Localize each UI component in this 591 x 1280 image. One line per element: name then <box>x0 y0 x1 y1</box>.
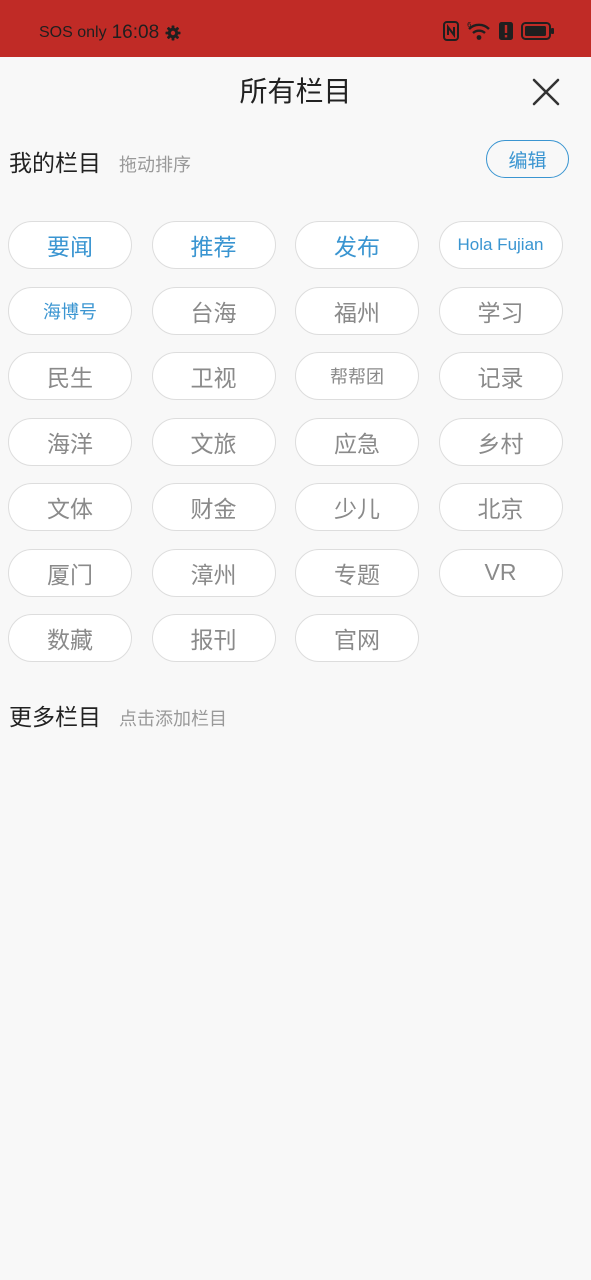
status-left: SOS only 16:08 <box>39 19 181 47</box>
battery-icon <box>521 21 555 45</box>
channel-chip[interactable]: 台海 <box>151 286 276 335</box>
channel-chip[interactable]: 推荐 <box>151 221 276 269</box>
channel-chip[interactable]: 漳州 <box>151 548 276 597</box>
channel-chip[interactable]: 财金 <box>151 483 276 531</box>
status-bar: SOS only 16:08 6 <box>0 0 591 57</box>
my-channels-title: 我的栏目 <box>9 151 101 177</box>
channel-chip[interactable]: 福州 <box>295 286 419 335</box>
close-button[interactable] <box>530 76 562 108</box>
channel-chip[interactable]: 数藏 <box>8 614 132 662</box>
channel-chip[interactable]: 要闻 <box>8 221 132 269</box>
channel-chip[interactable]: 厦门 <box>8 548 132 597</box>
channel-chip[interactable]: 文旅 <box>151 417 276 466</box>
channel-chip[interactable]: 卫视 <box>151 352 276 400</box>
channel-chip[interactable]: 文体 <box>8 483 132 531</box>
channel-chip[interactable]: VR <box>438 548 563 597</box>
nfc-icon <box>443 21 459 45</box>
channel-chip[interactable]: 报刊 <box>151 614 276 662</box>
my-channels-hint: 拖动排序 <box>119 155 191 176</box>
channel-chip[interactable]: 发布 <box>295 221 419 269</box>
channel-chip[interactable]: 乡村 <box>438 417 563 466</box>
clock-text: 16:08 <box>111 22 160 43</box>
channel-chip[interactable]: 记录 <box>438 352 563 400</box>
channel-chip[interactable]: Hola Fujian <box>438 221 563 269</box>
carrier-text: SOS only <box>39 24 107 41</box>
svg-text:6: 6 <box>467 21 472 29</box>
channel-chip[interactable]: 海洋 <box>8 417 132 466</box>
channel-chip[interactable]: 少儿 <box>295 483 419 531</box>
channel-chip[interactable]: 学习 <box>438 286 563 335</box>
channel-chip[interactable]: 海博号 <box>8 286 132 335</box>
wifi-icon: 6 <box>467 21 491 45</box>
channel-chip[interactable]: 帮帮团 <box>295 352 419 400</box>
page-title: 所有栏目 <box>239 75 352 108</box>
more-channels-header: 更多栏目 点击添加栏目 <box>9 698 227 732</box>
more-channels-title: 更多栏目 <box>9 705 101 731</box>
alert-icon <box>499 21 513 45</box>
close-icon[interactable] <box>530 76 562 108</box>
my-channels-grid: 要闻 推荐 发布 Hola Fujian 海博号 台海 福州 学习民生 卫视 帮帮团 记录海洋 文旅应… <box>8 221 568 662</box>
channel-chip[interactable]: 北京 <box>438 483 563 531</box>
channel-chip[interactable]: 专题 <box>295 548 419 597</box>
gear-icon <box>165 25 181 41</box>
my-channels-header: 我的栏目 拖动排序 <box>9 144 191 178</box>
status-right: 6 <box>435 20 555 46</box>
channel-chip[interactable]: 应急 <box>295 417 419 466</box>
channel-chip[interactable]: 民生 <box>8 352 132 400</box>
more-channels-hint: 点击添加栏目 <box>119 709 227 730</box>
channel-manager-screen: SOS only 16:08 6 所有栏目 我的栏目 拖动排序 编辑 要闻 推荐… <box>0 0 591 1280</box>
channel-chip[interactable]: 官网 <box>295 614 419 662</box>
edit-button[interactable]: 编辑 <box>486 140 569 178</box>
